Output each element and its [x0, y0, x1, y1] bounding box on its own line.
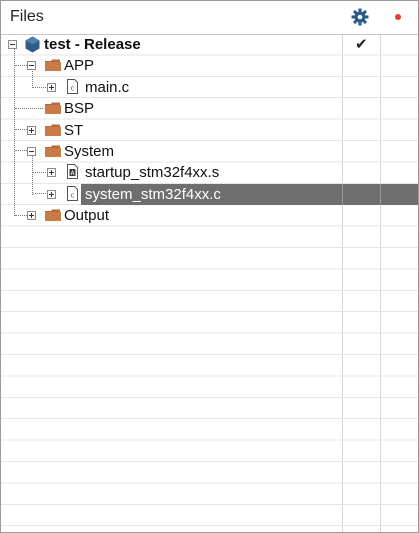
tree-item-folder[interactable]: ST: [1, 120, 418, 141]
asm-file-icon: A: [67, 164, 78, 180]
tree-item-label: system_stm32f4xx.c: [85, 185, 221, 203]
tree-item-label: System: [64, 143, 115, 160]
tree-item-label: Output: [64, 207, 110, 225]
collapse-icon[interactable]: [27, 147, 36, 156]
column-separator: [380, 183, 381, 206]
expand-icon[interactable]: [27, 211, 36, 221]
tree-item-label: ST: [64, 121, 84, 139]
project-icon: [25, 36, 40, 53]
tree-item-folder[interactable]: BSP: [1, 98, 418, 119]
tree-item-label: test - Release: [44, 36, 141, 53]
expand-icon[interactable]: [47, 189, 56, 199]
tree-item-folder[interactable]: System: [1, 141, 418, 162]
svg-text:c: c: [71, 84, 75, 92]
c-file-icon: c: [67, 185, 78, 201]
panel-title: Files: [10, 8, 44, 25]
folder-icon: [45, 145, 61, 157]
tree-item-label: BSP: [64, 100, 95, 118]
expand-icon[interactable]: [47, 168, 56, 178]
tree-item-file[interactable]: A startup_stm32f4xx.s: [1, 162, 418, 183]
folder-icon: [45, 124, 61, 136]
red-dot-icon[interactable]: [388, 7, 408, 27]
expand-icon[interactable]: [47, 82, 56, 92]
tree-item-label: main.c: [85, 78, 130, 96]
tree-item-label: APP: [64, 57, 95, 75]
file-tree: test - Release ✔ APP c main.c BSP ST Sys…: [1, 34, 418, 532]
svg-text:c: c: [71, 191, 75, 199]
tree-item-folder[interactable]: Output: [1, 205, 418, 226]
gear-icon[interactable]: [350, 7, 370, 27]
folder-icon: [45, 59, 61, 72]
expand-icon[interactable]: [27, 125, 36, 135]
c-file-icon: c: [67, 78, 78, 94]
folder-icon: [45, 209, 61, 222]
files-panel: Files test - Release ✔ APP c main.c BSP …: [0, 0, 419, 533]
checkmark-icon[interactable]: ✔: [355, 35, 368, 53]
tree-item-file-selected[interactable]: c system_stm32f4xx.c: [1, 183, 418, 206]
tree-item-folder[interactable]: APP: [1, 55, 418, 76]
tree-item-file[interactable]: c main.c: [1, 77, 418, 98]
tree-item-project[interactable]: test - Release ✔: [1, 34, 418, 55]
column-separator: [342, 183, 343, 206]
collapse-icon[interactable]: [27, 61, 36, 71]
folder-icon: [45, 102, 61, 115]
tree-item-label: startup_stm32f4xx.s: [85, 164, 220, 182]
collapse-icon[interactable]: [8, 40, 17, 49]
panel-header: Files: [1, 1, 418, 35]
